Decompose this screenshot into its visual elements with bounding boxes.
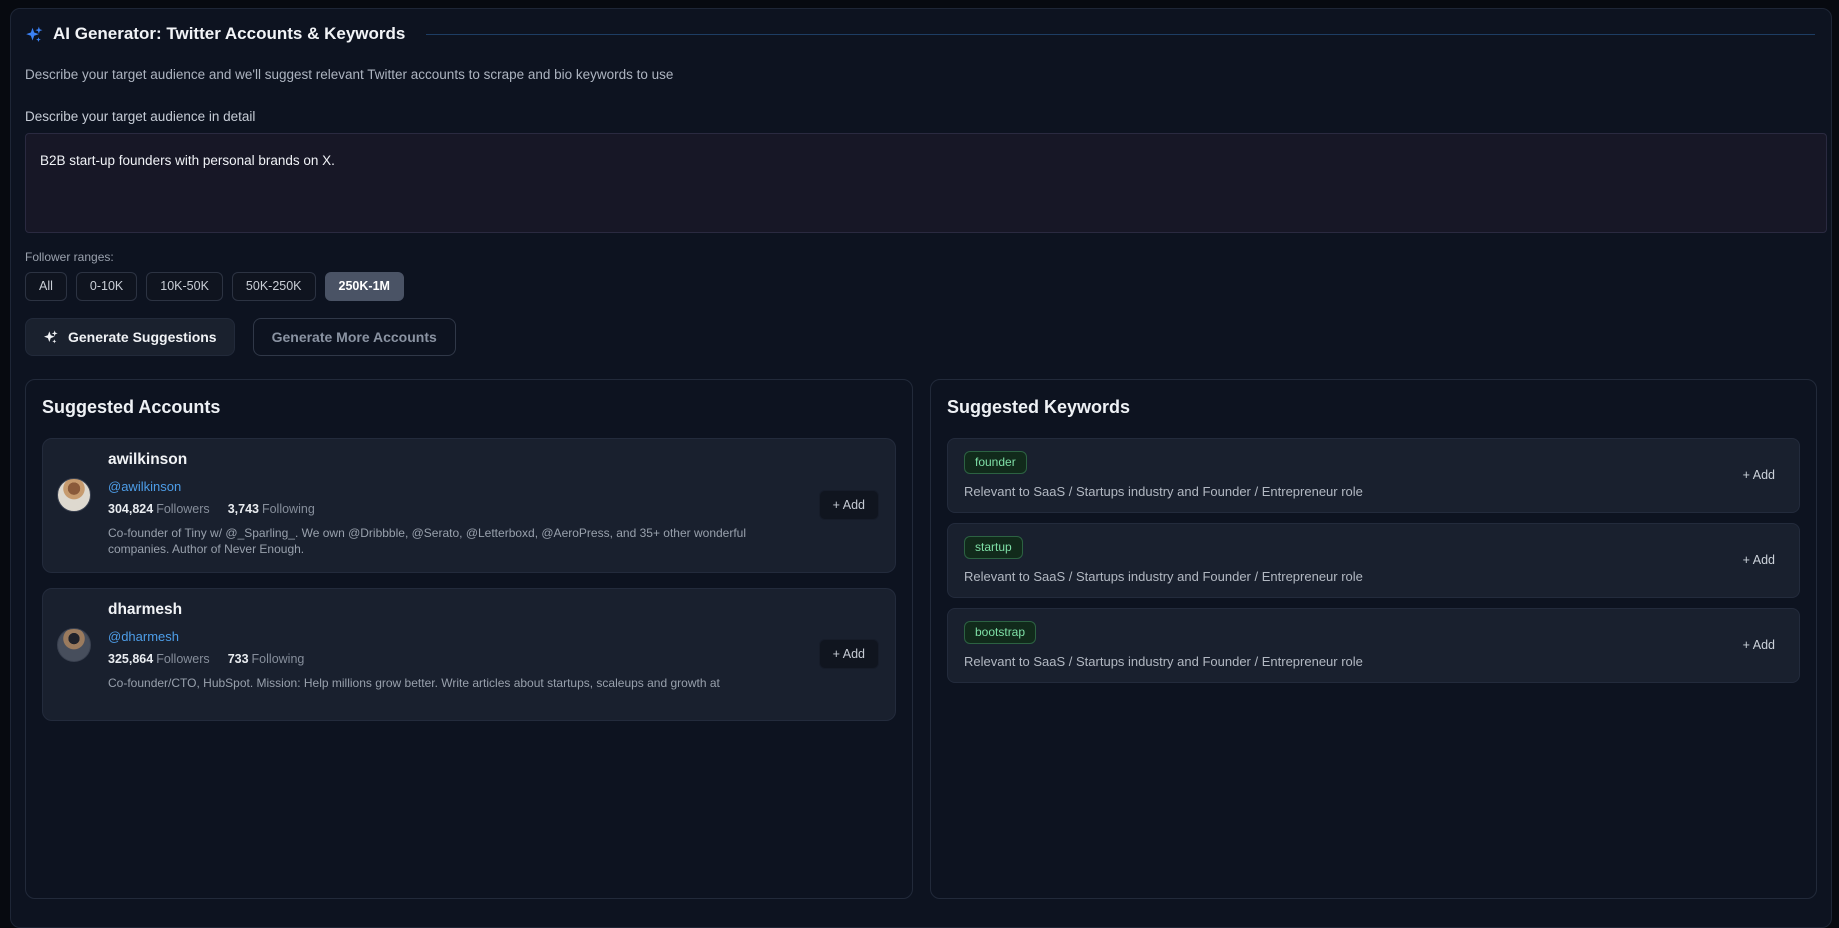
following-count: 3,743	[227, 501, 259, 516]
add-keyword-button[interactable]: + Add	[1743, 638, 1775, 652]
audience-input[interactable]	[25, 133, 1827, 233]
following-label: Following	[251, 651, 305, 666]
account-bio: Co-founder of Tiny w/ @_Sparling_. We ow…	[108, 525, 747, 557]
suggested-keywords-title: Suggested Keywords	[947, 396, 1131, 417]
keyword-description: Relevant to SaaS / Startups industry and…	[964, 568, 1363, 584]
keyword-badge: founder	[964, 450, 1027, 474]
generate-suggestions-label: Generate Suggestions	[68, 328, 217, 345]
followers-count: 304,824	[108, 501, 154, 516]
sparkles-icon	[44, 329, 58, 343]
account-handle-link[interactable]: @awilkinson	[108, 479, 181, 494]
keyword-description: Relevant to SaaS / Startups industry and…	[964, 483, 1363, 499]
keyword-badge: bootstrap	[964, 620, 1037, 645]
suggestions-panels: Suggested Accounts awilkinson @awilkinso…	[25, 378, 1817, 899]
suggested-accounts-panel: Suggested Accounts awilkinson @awilkinso…	[25, 378, 913, 899]
add-keyword-button[interactable]: + Add	[1743, 468, 1775, 482]
header: AI Generator: Twitter Accounts & Keyword…	[19, 21, 1823, 47]
keyword-card: bootstrap Relevant to SaaS / Startups in…	[947, 607, 1800, 684]
followers-count: 325,864	[108, 651, 154, 666]
account-stats: 304,824 Followers 3,743 Following	[108, 502, 768, 516]
follower-ranges-label: Follower ranges:	[25, 250, 114, 264]
generate-suggestions-button[interactable]: Generate Suggestions	[25, 317, 235, 356]
followers-label: Followers	[156, 651, 210, 666]
account-bio: Co-founder/CTO, HubSpot. Mission: Help m…	[108, 675, 720, 690]
page-description: Describe your target audience and we'll …	[25, 67, 674, 82]
following-label: Following	[261, 501, 315, 516]
range-chip-0-10k[interactable]: 0-10K	[75, 272, 138, 301]
add-keyword-button[interactable]: + Add	[1743, 553, 1775, 567]
action-buttons: Generate Suggestions Generate More Accou…	[19, 317, 1823, 356]
account-name: dharmesh	[108, 600, 183, 618]
ai-generator-panel: AI Generator: Twitter Accounts & Keyword…	[10, 8, 1832, 928]
account-handle-link[interactable]: @dharmesh	[108, 629, 179, 644]
range-chip-all[interactable]: All	[25, 272, 67, 301]
followers-label: Followers	[156, 501, 210, 516]
keyword-badge: startup	[964, 535, 1023, 559]
sparkles-icon	[26, 26, 43, 42]
account-card: dharmesh @dharmesh 325,864 Followers 733 Fo…	[42, 587, 896, 721]
generate-more-accounts-button[interactable]: Generate More Accounts	[252, 317, 456, 356]
range-chip-50k-250k[interactable]: 50K-250K	[231, 272, 316, 301]
account-name: awilkinson	[108, 450, 188, 468]
audience-label: Describe your target audience in detail	[25, 109, 256, 124]
keyword-card: founder Relevant to SaaS / Startups indu…	[947, 437, 1800, 513]
page-title: AI Generator: Twitter Accounts & Keyword…	[53, 24, 406, 43]
add-account-button[interactable]: + Add	[818, 639, 879, 670]
add-account-button[interactable]: + Add	[818, 490, 879, 521]
header-divider	[426, 33, 1815, 35]
follower-range-chips: All 0-10K 10K-50K 50K-250K 250K-1M	[19, 272, 1823, 301]
avatar	[57, 627, 91, 662]
suggested-accounts-title: Suggested Accounts	[42, 396, 221, 417]
keyword-card: startup Relevant to SaaS / Startups indu…	[947, 522, 1800, 598]
range-chip-10k-50k[interactable]: 10K-50K	[146, 272, 223, 301]
keyword-description: Relevant to SaaS / Startups industry and…	[964, 654, 1363, 670]
account-card: awilkinson @awilkinson 304,824 Followers 3…	[42, 437, 896, 573]
following-count: 733	[227, 651, 249, 666]
account-stats: 325,864 Followers 733 Following	[108, 652, 720, 666]
suggested-keywords-panel: Suggested Keywords founder Relevant to S…	[930, 378, 1817, 899]
range-chip-250k-1m[interactable]: 250K-1M	[324, 272, 404, 301]
avatar	[57, 477, 91, 512]
